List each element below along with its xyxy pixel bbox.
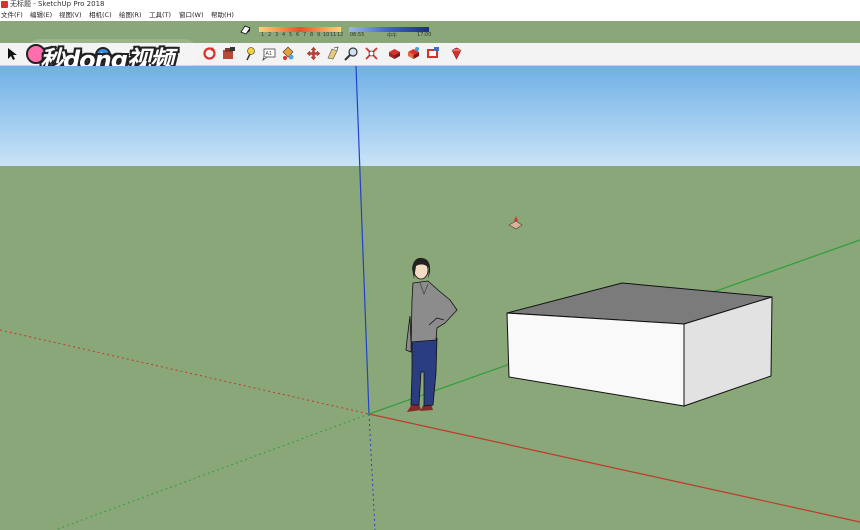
- paint-bucket-icon[interactable]: [280, 46, 295, 61]
- month-tick: 1: [261, 32, 265, 38]
- menu-help[interactable]: 帮助(H): [211, 9, 234, 21]
- menu-draw[interactable]: 绘图(R): [119, 9, 142, 21]
- text-icon[interactable]: A1: [262, 46, 277, 61]
- sketchup-app-icon: [1, 1, 8, 8]
- month-tick: 6: [296, 32, 300, 38]
- paint-icon[interactable]: [244, 46, 259, 61]
- menu-file[interactable]: 文件(F): [1, 9, 23, 21]
- components-icon[interactable]: [387, 46, 402, 61]
- month-tick: 7: [303, 32, 307, 38]
- time-noon: 中午: [387, 33, 398, 39]
- svg-text:A1: A1: [266, 51, 273, 57]
- rotate-icon[interactable]: [202, 46, 217, 61]
- menu-tools[interactable]: 工具(T): [149, 9, 171, 21]
- menu-view[interactable]: 视图(V): [59, 9, 82, 21]
- month-tick: 2: [268, 32, 272, 38]
- sky: [0, 66, 860, 166]
- warehouse-icon[interactable]: [406, 46, 421, 61]
- month-tick: 3: [275, 32, 279, 38]
- menu-window[interactable]: 窗口(W): [179, 9, 204, 21]
- time-start: 06:55: [350, 32, 365, 38]
- title-bar: 无标题 - SketchUp Pro 2018: [0, 0, 860, 9]
- time-end: 17:00: [417, 32, 432, 38]
- select-arrow-icon[interactable]: [4, 46, 19, 61]
- shadows-toolbar: 1 2 3 4 5 6 7 8 9 10 11 12 06:55 中午 17:0…: [237, 21, 437, 43]
- month-tick: 9: [317, 32, 321, 38]
- menu-camera[interactable]: 相机(C): [89, 9, 112, 21]
- month-tick: 10: [323, 32, 330, 38]
- move-icon[interactable]: [306, 46, 321, 61]
- window-title: 无标题 - SketchUp Pro 2018: [10, 0, 105, 8]
- month-tick: 11: [330, 32, 337, 38]
- month-tick: 4: [282, 32, 286, 38]
- open-folder-icon[interactable]: [221, 46, 236, 61]
- drawing-viewport[interactable]: [0, 66, 860, 530]
- ruby-icon[interactable]: [449, 46, 464, 61]
- menu-bar: 文件(F) 编辑(E) 视图(V) 相机(C) 绘图(R) 工具(T) 窗口(W…: [0, 9, 860, 21]
- month-tick: 8: [310, 32, 314, 38]
- month-tick: 5: [289, 32, 293, 38]
- extension-icon[interactable]: [425, 46, 440, 61]
- month-tick: 12: [337, 32, 344, 38]
- menu-edit[interactable]: 编辑(E): [30, 9, 52, 21]
- shadow-toggle-icon[interactable]: [240, 24, 251, 35]
- push-pull-icon[interactable]: [325, 46, 340, 61]
- zoom-icon[interactable]: [344, 46, 359, 61]
- zoom-extents-icon[interactable]: [364, 46, 379, 61]
